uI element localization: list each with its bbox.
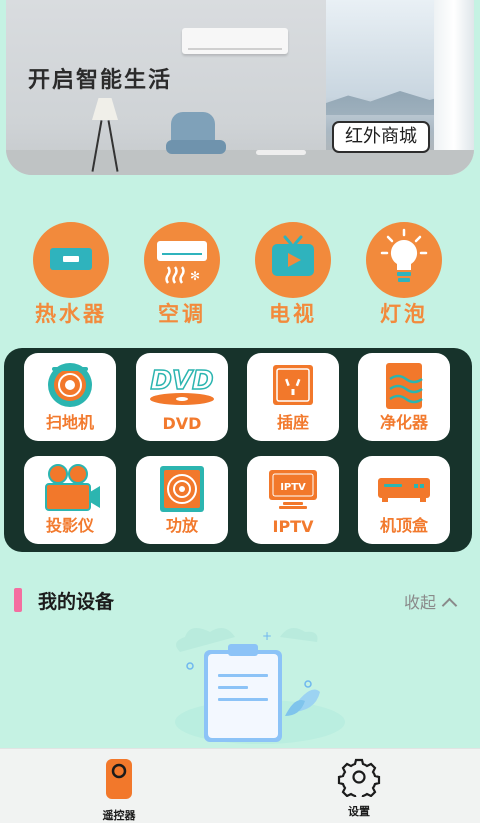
remote-control-icon: [106, 759, 132, 799]
banner-chair-seat: [166, 140, 226, 154]
robot-vacuum-icon: [24, 361, 116, 413]
empty-clipboard-illustration: +: [175, 628, 345, 744]
svg-text:+: +: [262, 629, 272, 643]
gear-icon: [337, 758, 381, 802]
category-light-bulb[interactable]: 灯泡: [364, 222, 444, 328]
banner-table: [256, 150, 306, 155]
light-bulb-icon: [366, 222, 442, 298]
device-grid: 扫地机 DVD DVD 插座 净化器 投影仪 功放 IPTV IPTV 机顶盒: [4, 348, 472, 552]
device-robot-vacuum[interactable]: 扫地机: [24, 353, 116, 441]
iptv-icon: IPTV: [247, 464, 339, 516]
nav-remote-label: 遥控器: [102, 809, 136, 822]
collapse-label: 收起: [404, 593, 437, 612]
bottom-nav: 遥控器 设置: [0, 748, 480, 823]
device-projector[interactable]: 投影仪: [24, 456, 116, 544]
dvd-icon: DVD: [136, 361, 228, 413]
category-water-heater[interactable]: 热水器: [31, 222, 111, 328]
section-marker: [14, 588, 22, 612]
svg-text:IPTV: IPTV: [280, 482, 306, 493]
device-label: 插座: [276, 413, 309, 432]
my-devices-title: 我的设备: [38, 591, 115, 613]
air-conditioner-icon: ✻: [144, 222, 220, 298]
category-tv[interactable]: 电视: [253, 222, 333, 328]
set-top-box-icon: [358, 464, 450, 516]
device-label: 投影仪: [45, 516, 94, 535]
category-label: 灯泡: [380, 302, 428, 326]
banner-lamp: [92, 98, 118, 120]
banner-curtain: [434, 0, 474, 175]
device-label: IPTV: [272, 517, 314, 536]
banner-air-conditioner: [182, 28, 288, 54]
socket-icon: [247, 361, 339, 413]
category-air-conditioner[interactable]: ✻ 空调: [142, 222, 222, 328]
nav-remote[interactable]: 遥控器: [69, 757, 169, 823]
banner-floor: [6, 150, 474, 175]
device-label: 功放: [165, 516, 198, 535]
banner-title: 开启智能生活: [28, 67, 173, 93]
air-purifier-icon: [358, 361, 450, 413]
device-set-top-box[interactable]: 机顶盒: [358, 456, 450, 544]
ir-mall-button[interactable]: 红外商城: [332, 121, 430, 153]
device-label: DVD: [162, 414, 202, 433]
device-air-purifier[interactable]: 净化器: [358, 353, 450, 441]
svg-text:DVD: DVD: [150, 366, 213, 396]
device-amplifier[interactable]: 功放: [136, 456, 228, 544]
category-label: 热水器: [35, 302, 107, 326]
device-label: 机顶盒: [379, 516, 428, 535]
device-socket[interactable]: 插座: [247, 353, 339, 441]
nav-settings-label: 设置: [348, 805, 370, 818]
chevron-up-icon: [441, 597, 458, 614]
device-dvd[interactable]: DVD DVD: [136, 353, 228, 441]
water-heater-icon: [33, 222, 109, 298]
device-label: 扫地机: [45, 413, 94, 432]
device-iptv[interactable]: IPTV IPTV: [247, 456, 339, 544]
collapse-button[interactable]: 收起: [404, 589, 458, 614]
projector-icon: [24, 464, 116, 516]
category-label: 空调: [158, 302, 206, 326]
tv-icon: [255, 222, 331, 298]
nav-settings[interactable]: 设置: [309, 757, 409, 819]
device-label: 净化器: [379, 413, 428, 432]
category-label: 电视: [269, 302, 317, 326]
svg-text:✻: ✻: [190, 269, 200, 283]
amplifier-icon: [136, 464, 228, 516]
